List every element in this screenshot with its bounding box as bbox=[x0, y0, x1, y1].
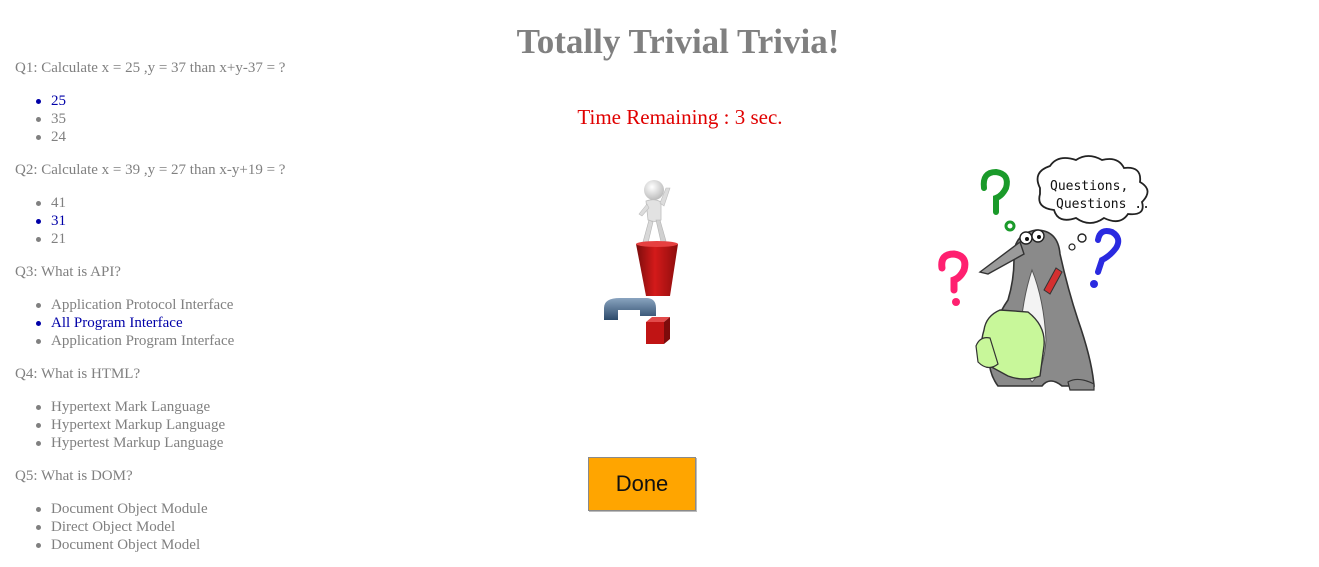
answer-list: 41 31 21 bbox=[15, 194, 375, 248]
question-text: Q5: What is DOM? bbox=[15, 468, 133, 484]
bullet-icon bbox=[36, 543, 41, 548]
answer-label: Hypertext Mark Language bbox=[51, 399, 211, 415]
question-text: Q2: Calculate x = 39 ,y = 27 than x-y+19… bbox=[15, 162, 286, 178]
answer-option[interactable]: Document Object Model bbox=[36, 536, 375, 554]
answer-option[interactable]: Hypertext Mark Language bbox=[36, 398, 375, 416]
answer-label: Direct Object Model bbox=[51, 519, 176, 535]
question-block: Q5: What is DOM? Document Object Module … bbox=[15, 466, 375, 554]
answer-label: 31 bbox=[51, 213, 66, 229]
answer-option[interactable]: Document Object Module bbox=[36, 500, 375, 518]
penguin-questions-icon: Questions, Questions .. bbox=[938, 155, 1150, 391]
answer-label: 21 bbox=[51, 231, 66, 247]
answer-list: Hypertext Mark Language Hypertext Markup… bbox=[15, 398, 375, 452]
done-button[interactable]: Done bbox=[588, 457, 696, 511]
bullet-icon bbox=[36, 339, 41, 344]
question-block: Q3: What is API? Application Protocol In… bbox=[15, 262, 375, 350]
answer-label: 35 bbox=[51, 111, 66, 127]
answer-option[interactable]: Application Protocol Interface bbox=[36, 296, 375, 314]
bullet-icon bbox=[36, 237, 41, 242]
bullet-icon bbox=[36, 117, 41, 122]
trivia-page: Totally Trivial Trivia! Q1: Calculate x … bbox=[0, 0, 1319, 567]
answer-list: 25 35 24 bbox=[15, 92, 375, 146]
question-text: Q1: Calculate x = 25 ,y = 37 than x+y-37… bbox=[15, 60, 286, 76]
bullet-icon bbox=[36, 219, 41, 224]
answer-label: Document Object Module bbox=[51, 501, 208, 517]
answer-option[interactable]: 25 bbox=[36, 92, 375, 110]
answer-option[interactable]: 35 bbox=[36, 110, 375, 128]
bullet-icon bbox=[36, 201, 41, 206]
bullet-icon bbox=[36, 303, 41, 308]
answer-option[interactable]: Hypertest Markup Language bbox=[36, 434, 375, 452]
answer-option[interactable]: 41 bbox=[36, 194, 375, 212]
answer-label: Document Object Model bbox=[51, 537, 201, 553]
bullet-icon bbox=[36, 99, 41, 104]
answer-option[interactable]: 21 bbox=[36, 230, 375, 248]
question-block: Q2: Calculate x = 39 ,y = 27 than x-y+19… bbox=[15, 160, 375, 248]
answer-label: 41 bbox=[51, 195, 66, 211]
answer-list: Application Protocol Interface All Progr… bbox=[15, 296, 375, 350]
bullet-icon bbox=[36, 321, 41, 326]
time-remaining: Time Remaining : 3 sec. bbox=[577, 105, 783, 129]
answer-option[interactable]: Direct Object Model bbox=[36, 518, 375, 536]
answer-option[interactable]: 24 bbox=[36, 128, 375, 146]
answer-label: Hypertest Markup Language bbox=[51, 435, 224, 451]
answer-list: Document Object Module Direct Object Mod… bbox=[15, 500, 375, 554]
answer-label: 25 bbox=[51, 93, 66, 109]
bullet-icon bbox=[36, 507, 41, 512]
bullet-icon bbox=[36, 405, 41, 410]
answer-label: 24 bbox=[51, 129, 66, 145]
answer-label: All Program Interface bbox=[51, 315, 183, 331]
answer-option[interactable]: Application Program Interface bbox=[36, 332, 375, 350]
answer-option[interactable]: 31 bbox=[36, 212, 375, 230]
exclamation-question-figure-icon bbox=[604, 180, 678, 344]
bullet-icon bbox=[36, 441, 41, 446]
answer-label: Hypertext Markup Language bbox=[51, 417, 226, 433]
question-block: Q1: Calculate x = 25 ,y = 37 than x+y-37… bbox=[15, 58, 375, 146]
bullet-icon bbox=[36, 525, 41, 530]
answer-label: Application Protocol Interface bbox=[51, 297, 234, 313]
question-text: Q4: What is HTML? bbox=[15, 366, 141, 382]
quiz-questions: Q1: Calculate x = 25 ,y = 37 than x+y-37… bbox=[15, 58, 375, 567]
bullet-icon bbox=[36, 135, 41, 140]
answer-label: Application Program Interface bbox=[51, 333, 235, 349]
answer-option[interactable]: Hypertext Markup Language bbox=[36, 416, 375, 434]
bullet-icon bbox=[36, 423, 41, 428]
question-text: Q3: What is API? bbox=[15, 264, 121, 280]
answer-option[interactable]: All Program Interface bbox=[36, 314, 375, 332]
thought-bubble-text-2: Questions .. bbox=[1056, 197, 1150, 212]
thought-bubble-text: Questions, bbox=[1050, 179, 1128, 194]
question-block: Q4: What is HTML? Hypertext Mark Languag… bbox=[15, 364, 375, 452]
